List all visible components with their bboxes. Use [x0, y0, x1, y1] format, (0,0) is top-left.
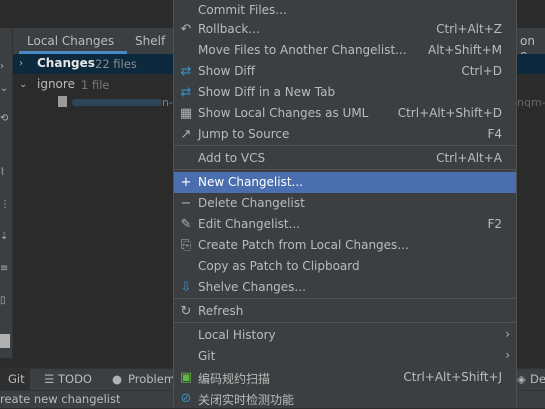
tab-dependencies[interactable]: De: [530, 369, 545, 390]
settings-icon[interactable]: ≡: [0, 264, 10, 274]
refresh-icon: ↻: [180, 304, 192, 319]
tab-todo[interactable]: TODO: [58, 369, 92, 390]
menu-item-label: Move Files to Another Changelist...: [198, 43, 407, 57]
menu-item-delete-changelist[interactable]: − Delete Changelist: [174, 193, 516, 214]
menu-item-show-uml[interactable]: ▦ Show Local Changes as UML Ctrl+Alt+Shi…: [174, 103, 516, 124]
pencil-arrow-icon: ↗: [180, 127, 192, 142]
menu-item-label: Create Patch from Local Changes...: [198, 238, 409, 252]
menu-item-shortcut: Ctrl+Alt+A: [436, 151, 502, 165]
menu-item-label: Copy as Patch to Clipboard: [198, 259, 360, 273]
menu-item-label: Commit Files...: [198, 3, 287, 17]
shelve-icon: ⇩: [180, 280, 192, 295]
menu-item-label: Rollback...: [198, 22, 260, 36]
diff-toolbar-icon[interactable]: ⟲: [0, 114, 10, 124]
tab-problems[interactable]: Problem: [128, 369, 175, 390]
menu-item-copy-as-patch[interactable]: Copy as Patch to Clipboard: [174, 256, 516, 277]
menu-item-jump-to-source[interactable]: ↗ Jump to Source F4: [174, 124, 516, 145]
menu-item-label: Edit Changelist...: [198, 217, 301, 231]
menu-item-add-to-vcs[interactable]: Add to VCS Ctrl+Alt+A: [174, 148, 516, 169]
menu-item-label: Git: [198, 349, 216, 363]
plus-icon: +: [180, 175, 192, 190]
filter-icon[interactable]: ⌇: [0, 168, 10, 178]
minus-icon: −: [180, 196, 192, 211]
menu-item-shelve-changes[interactable]: ⇩ Shelve Changes...: [174, 277, 516, 298]
uml-icon: ▦: [179, 106, 193, 121]
menu-item-shortcut: Ctrl+Alt+Shift+J: [403, 370, 502, 384]
pencil-icon: ✎: [180, 217, 192, 232]
menu-item-show-diff-new-tab[interactable]: ⇄ Show Diff in a New Tab: [174, 82, 516, 103]
menu-separator: [174, 322, 516, 323]
menu-item-code-scan[interactable]: ▣ 编码规约扫描 Ctrl+Alt+Shift+J: [174, 367, 516, 388]
patch-icon: ⎘: [180, 238, 192, 253]
disable-icon: ⊘: [180, 391, 192, 406]
todo-icon: ☰: [44, 372, 55, 386]
chevron-right-icon[interactable]: ›: [19, 58, 23, 69]
chevron-down-icon[interactable]: ⌄: [19, 79, 27, 90]
menu-item-shortcut: F2: [487, 217, 502, 231]
menu-item-shortcut: Ctrl+D: [461, 64, 502, 78]
menu-item-edit-changelist[interactable]: ✎ Edit Changelist... F2: [174, 214, 516, 235]
menu-item-refresh[interactable]: ↻ Refresh: [174, 301, 516, 322]
file-name-redacted[interactable]: [72, 99, 162, 106]
menu-item-create-patch[interactable]: ⎘ Create Patch from Local Changes...: [174, 235, 516, 256]
menu-separator: [174, 169, 516, 170]
changelist-count: 1 file: [81, 78, 110, 92]
menu-item-rollback[interactable]: ↶ Rollback... Ctrl+Alt+Z: [174, 19, 516, 40]
menu-item-shortcut: F4: [487, 127, 502, 141]
diff-icon: ⇄: [180, 64, 192, 79]
changelist-name[interactable]: ignore: [37, 77, 75, 91]
menu-item-label: 编码规约扫描: [198, 372, 271, 386]
context-menu: Commit Files... ↶ Rollback... Ctrl+Alt+Z…: [173, 0, 517, 407]
menu-item-show-diff[interactable]: ⇄ Show Diff Ctrl+D: [174, 61, 516, 82]
changelist-name[interactable]: Changes: [37, 56, 95, 70]
menu-separator: [174, 145, 516, 146]
scan-icon: ▣: [179, 370, 193, 385]
menu-item-label: Shelve Changes...: [198, 280, 306, 294]
collapse-icon[interactable]: ⌄: [0, 84, 10, 94]
menu-item-shortcut: Alt+Shift+M: [428, 43, 502, 57]
panel-icon[interactable]: [0, 334, 10, 348]
right-tab-fragment[interactable]: on o: [517, 28, 545, 62]
menu-item-disable-realtime-check[interactable]: ⊘ 关闭实时检测功能: [174, 388, 516, 409]
menu-item-git[interactable]: Git ›: [174, 346, 516, 367]
menu-item-shortcut: Ctrl+Alt+Z: [436, 22, 502, 36]
menu-item-label: Show Diff in a New Tab: [198, 85, 336, 99]
toolwindow-tabbar: Local Changes Shelf: [13, 28, 173, 55]
tab-shelf[interactable]: Shelf: [135, 28, 165, 54]
menu-item-label: Local History: [198, 328, 276, 342]
file-name-fragment: n-: [162, 96, 173, 109]
file-path-fragment: nqm-: [517, 96, 545, 109]
changelist-count: 22 files: [95, 57, 137, 71]
problems-icon: ●: [112, 372, 123, 386]
menu-separator: [174, 298, 516, 299]
chevron-right-icon: ›: [505, 348, 510, 362]
menu-item-local-history[interactable]: Local History ›: [174, 325, 516, 346]
menu-item-label: Show Diff: [198, 64, 256, 78]
menu-item-label: Show Local Changes as UML: [198, 106, 369, 120]
menu-item-label: New Changelist...: [198, 175, 303, 189]
menu-item-label: 关闭实时检测功能: [198, 393, 295, 407]
tab-git[interactable]: Git: [0, 369, 30, 390]
dependencies-icon: ◈: [517, 372, 526, 386]
expand-all-icon[interactable]: ›: [0, 62, 10, 72]
group-icon[interactable]: ⋮: [0, 200, 10, 210]
menu-item-move-files[interactable]: Move Files to Another Changelist... Alt+…: [174, 40, 516, 61]
tree-row-changes-continuation: [517, 54, 545, 74]
file-icon: [58, 96, 67, 107]
menu-item-label: Add to VCS: [198, 151, 266, 165]
status-text: reate new changelist: [0, 392, 121, 406]
chevron-right-icon: ›: [505, 327, 510, 341]
left-toolbar: › ⌄ ⟲ ⌇ ⋮ ⇣ ≡ ▯: [0, 28, 13, 358]
diff-icon: ⇄: [180, 85, 192, 100]
menu-item-commit-files[interactable]: Commit Files...: [174, 0, 516, 21]
menu-item-shortcut: Ctrl+Alt+Shift+D: [397, 106, 502, 120]
menu-item-label: Delete Changelist: [198, 196, 305, 210]
menu-item-new-changelist[interactable]: + New Changelist...: [174, 172, 516, 193]
rollback-icon: ↶: [180, 22, 192, 37]
preview-icon[interactable]: ▯: [0, 296, 10, 306]
menu-item-label: Jump to Source: [198, 127, 290, 141]
sort-icon[interactable]: ⇣: [0, 232, 10, 242]
menu-item-label: Refresh: [198, 304, 244, 318]
